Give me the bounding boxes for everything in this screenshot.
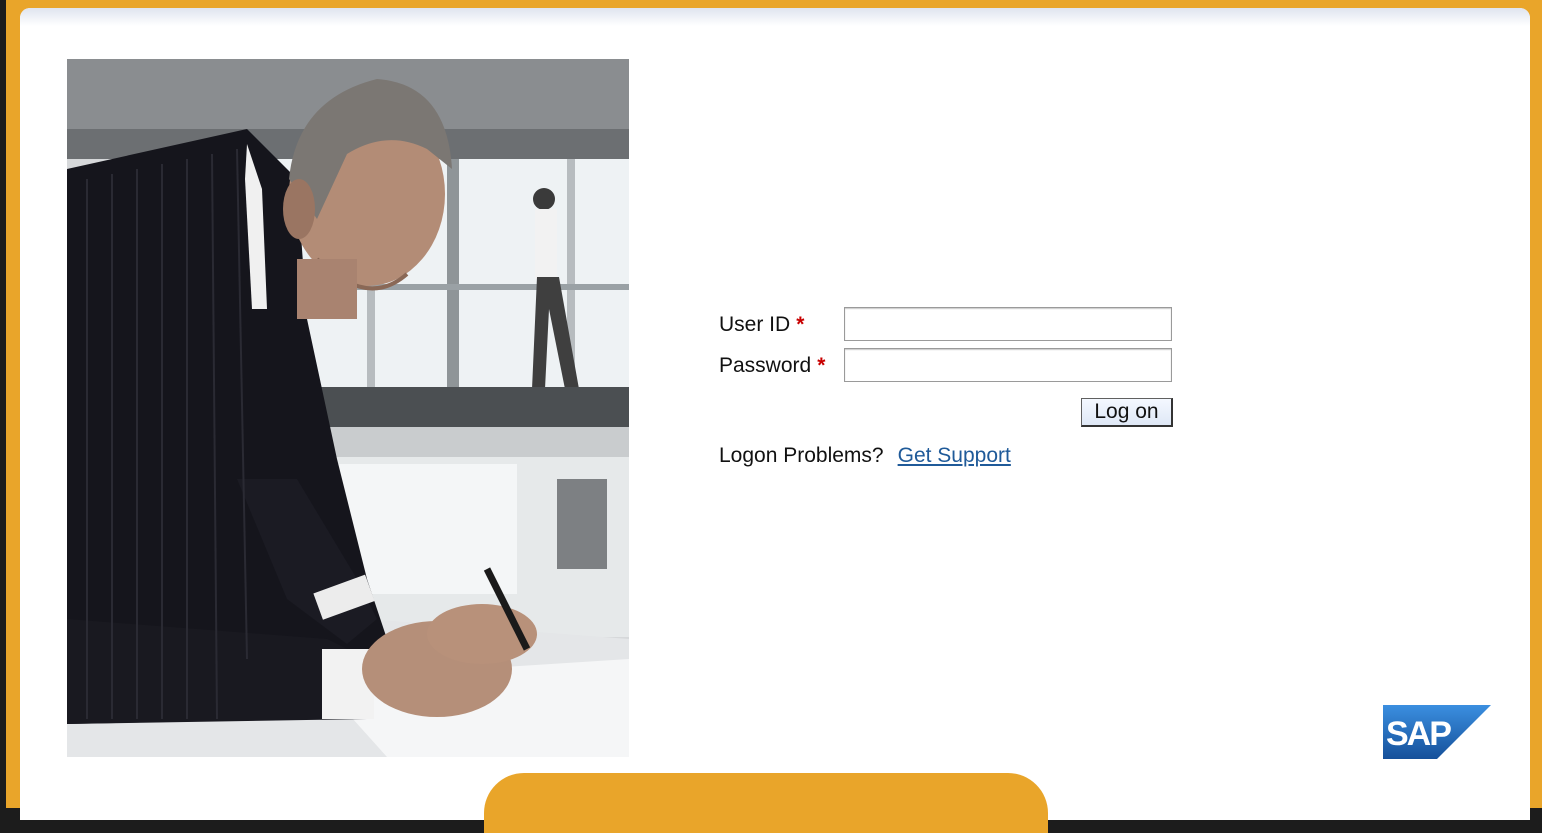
sap-logo-icon: SAP: [1383, 705, 1491, 759]
logon-problems-text: Logon Problems?: [719, 444, 884, 467]
password-row: Password *: [719, 348, 1179, 384]
log-on-button[interactable]: Log on: [1081, 398, 1173, 427]
required-marker: *: [817, 354, 826, 377]
get-support-link[interactable]: Get Support: [898, 444, 1011, 467]
panel-top-shade: [20, 8, 1530, 26]
user-id-input[interactable]: [844, 307, 1172, 341]
user-id-label-text: User ID: [719, 313, 791, 336]
photo-illustration: [67, 59, 629, 757]
page-frame: User ID * Password * Log on Logon Problems…: [6, 0, 1542, 833]
password-input[interactable]: [844, 348, 1172, 382]
login-panel: User ID * Password * Log on Logon Problems…: [20, 8, 1530, 820]
sap-logo-text: SAP: [1386, 715, 1451, 753]
logon-problems: Logon Problems? Get Support: [719, 444, 1011, 468]
sap-logo: SAP: [1383, 705, 1491, 759]
businessman-photo: [67, 59, 629, 757]
user-id-row: User ID *: [719, 307, 1179, 343]
password-label-text: Password: [719, 354, 812, 377]
required-marker: *: [796, 313, 805, 336]
bottom-tab: [484, 773, 1048, 833]
password-label: Password *: [719, 354, 825, 378]
user-id-label: User ID *: [719, 313, 804, 337]
